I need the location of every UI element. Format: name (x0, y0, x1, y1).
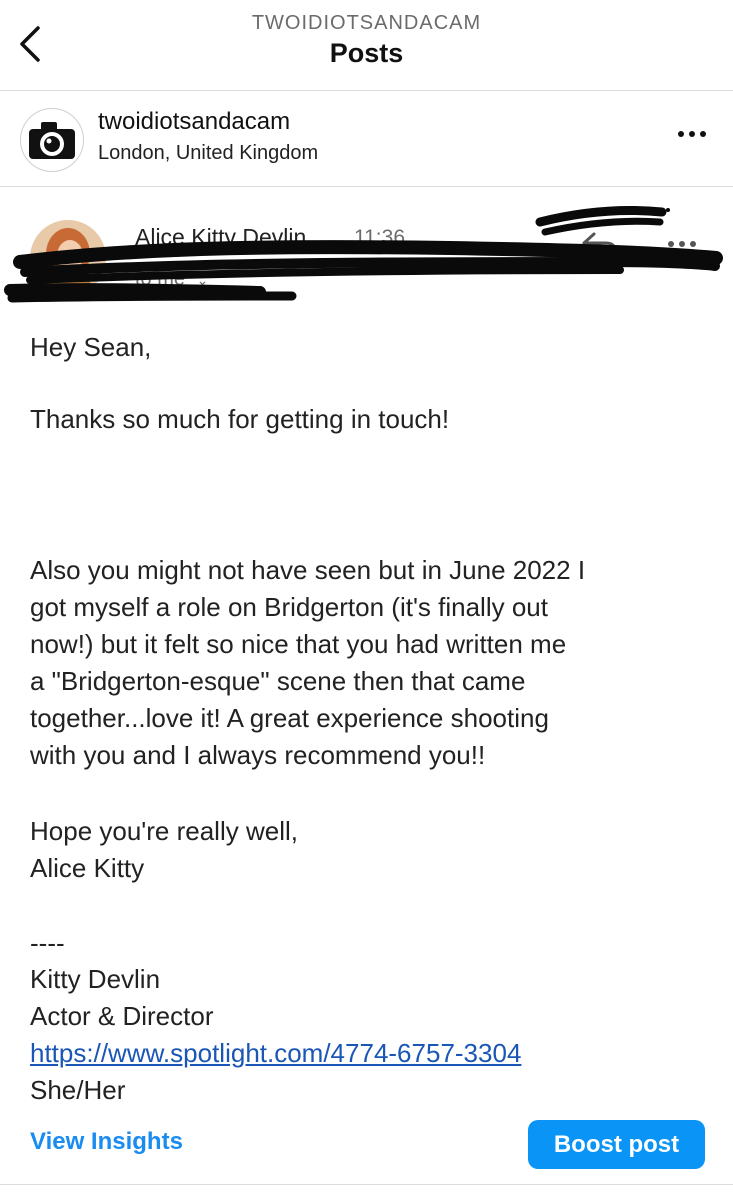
header-divider (0, 90, 733, 91)
reply-icon[interactable] (580, 230, 620, 260)
signature-pronouns: She/Her (30, 1075, 126, 1105)
signature-name: Kitty Devlin (30, 964, 161, 994)
post-location[interactable]: London, United Kingdom (98, 142, 318, 165)
email-thanks-line: Thanks so much for getting in touch! (30, 404, 450, 434)
sender-name: Alice Kitty Devlin (135, 224, 307, 250)
more-options-icon[interactable] (675, 124, 709, 144)
email-time: 11:36 (354, 226, 405, 249)
email-screenshot: Alice Kitty Devlin 11:36 to me ⌄ Hey Sea… (0, 196, 733, 1105)
post-header-divider (0, 186, 733, 187)
email-paragraph-line: now!) but it felt so nice that you had w… (30, 629, 567, 659)
signature-separator: ---- (30, 928, 65, 958)
page-title: Posts (329, 38, 404, 68)
email-closing-line: Hope you're really well, (30, 816, 298, 846)
top-bar: TWOIDIOTSANDACAM Posts (0, 0, 733, 88)
view-insights-link[interactable]: View Insights (30, 1128, 183, 1156)
footer-divider (0, 1184, 733, 1185)
email-paragraph-line: Also you might not have seen but in June… (30, 555, 586, 585)
post-header: twoidiotsandacam London, United Kingdom (0, 96, 733, 186)
email-paragraph-line: got myself a role on Bridgerton (it's fi… (30, 592, 548, 622)
person-photo-icon (30, 220, 106, 296)
email-paragraph-line: with you and I always recommend you!! (30, 740, 486, 770)
email-paragraph-line: together...love it! A great experience s… (30, 703, 549, 733)
signature-link-row: https://www.spotlight.com/4774-6757-3304 (30, 1035, 720, 1072)
signature-link[interactable]: https://www.spotlight.com/4774-6757-3304 (30, 1038, 521, 1068)
camera-logo-icon (29, 122, 75, 159)
sender-avatar[interactable] (30, 220, 106, 296)
chevron-down-icon: ⌄ (196, 272, 209, 288)
header-account-handle: TWOIDIOTSANDACAM (251, 12, 482, 34)
email-more-icon[interactable] (665, 236, 699, 252)
email-closing-line: Alice Kitty (30, 853, 145, 883)
recipient-label: to me (135, 268, 186, 290)
account-avatar[interactable] (20, 108, 84, 172)
email-paragraph-line: a "Bridgerton-esque" scene then that cam… (30, 666, 526, 696)
recipient-dropdown[interactable]: to me ⌄ (135, 268, 208, 291)
email-greeting: Hey Sean, (30, 332, 152, 362)
post-username[interactable]: twoidiotsandacam (98, 108, 290, 136)
boost-post-button[interactable]: Boost post (528, 1120, 705, 1169)
signature-role: Actor & Director (30, 1001, 214, 1031)
